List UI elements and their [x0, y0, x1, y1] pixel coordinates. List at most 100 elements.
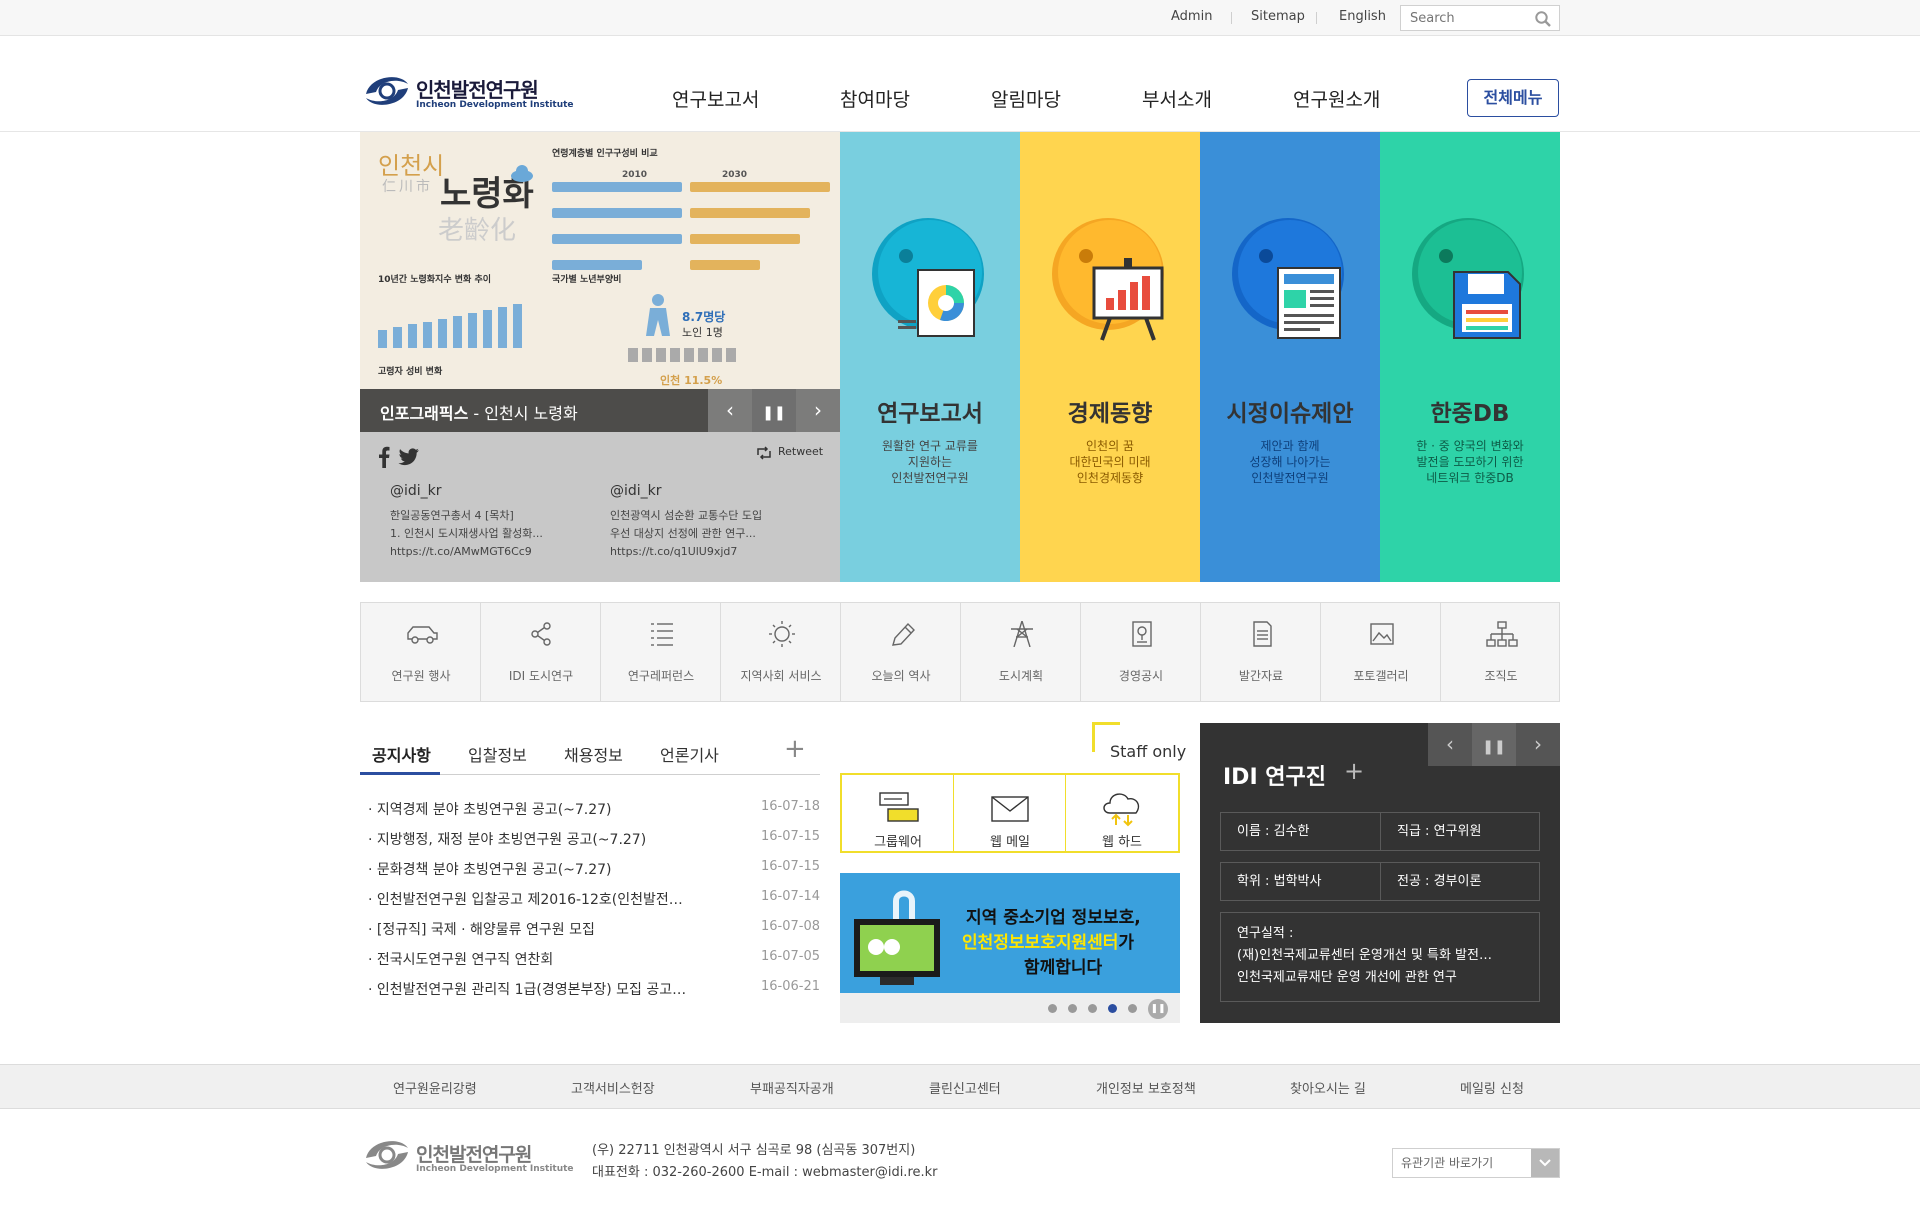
tweet-line: 한일공동연구총서 4 [목차] [390, 509, 514, 522]
nav-departments[interactable]: 부서소개 [1142, 85, 1212, 112]
newspaper-icon [1232, 218, 1344, 339]
quick-link-management[interactable]: 경영공시 [1081, 603, 1201, 701]
cloud-upload-icon [1103, 793, 1140, 827]
pause-icon[interactable]: ❚❚ [1148, 999, 1168, 1019]
quick-link-references[interactable]: 연구레퍼런스 [601, 603, 721, 701]
quick-link-photo-gallery[interactable]: 포토갤러리 [1321, 603, 1441, 701]
groupware-link[interactable]: 그룹웨어 [842, 775, 954, 851]
pagination-dot-active[interactable] [1108, 1004, 1117, 1013]
webhard-link[interactable]: 웹 하드 [1066, 775, 1178, 851]
header [0, 36, 1920, 132]
tweet-card[interactable]: @idi_kr 인천광역시 섬순환 교통수단 도입 우선 대상지 선정에 관한 … [610, 483, 790, 561]
tweet-card[interactable]: @idi_kr 한일공동연구총서 4 [목차] 1. 인천시 도시재생사업 활성… [390, 483, 570, 561]
notice-row[interactable]: · [정규직] 국제 · 해양물류 연구원 모집 16-07-08 [368, 919, 820, 939]
english-link[interactable]: English [1339, 9, 1386, 24]
researcher-position: 직급 : 연구위원 [1380, 812, 1540, 851]
quick-link-idi-urban[interactable]: IDI 도시연구 [481, 603, 601, 701]
nav-participation[interactable]: 참여마당 [840, 85, 910, 112]
panel-research-reports[interactable]: 연구보고서 원활한 연구 교류를 지원하는 인천발전연구원 [840, 132, 1020, 582]
notice-row[interactable]: · 문화경책 분야 초빙연구원 공고(~7.27) 16-07-15 [368, 859, 820, 879]
quick-link-label: 포토갤러리 [1353, 669, 1409, 683]
footer-link-privacy[interactable]: 개인정보 보호정책 [1096, 1078, 1196, 1097]
pagination-dot[interactable] [1068, 1004, 1077, 1013]
quick-link-events[interactable]: 연구원 행사 [361, 603, 481, 701]
notice-row[interactable]: · 인천발전연구원 입찰공고 제2016-12호(인천발전… 16-07-14 [368, 889, 820, 909]
quick-link-history[interactable]: 오늘의 역사 [841, 603, 961, 701]
pagination-dot[interactable] [1048, 1004, 1057, 1013]
quick-link-label: 연구레퍼런스 [627, 669, 695, 683]
notice-row[interactable]: · 인천발전연구원 관리직 1급(경영본부장) 모집 공고… 16-06-21 [368, 979, 820, 999]
address-line: (우) 22711 인천광역시 서구 심곡로 98 (심곡동 307번지) [592, 1143, 916, 1158]
security-banner[interactable]: 지역 중소기업 정보보호, 인천정보보호지원센터가 함께합니다 [840, 873, 1180, 993]
org-chart-icon [1486, 621, 1518, 647]
footer-link-directions[interactable]: 찾아오시는 길 [1290, 1078, 1366, 1097]
car-icon [407, 626, 438, 644]
facebook-icon[interactable] [378, 446, 390, 468]
panel-korea-china-db[interactable]: 한중DB 한 · 중 양국의 변화와 발전을 도모하기 위한 네트워크 한중DB [1380, 132, 1560, 582]
prev-researcher-button[interactable]: ‹ [1428, 723, 1472, 766]
footer-link-clean-report[interactable]: 클린신고센터 [929, 1078, 1001, 1097]
related-sites-select[interactable]: 유관기관 바로가기 [1392, 1148, 1560, 1178]
search-box [1400, 5, 1560, 31]
achievement-item[interactable]: (재)인천국제교류센터 운영개선 및 특화 발전… [1237, 945, 1523, 967]
pagination-dot[interactable] [1088, 1004, 1097, 1013]
panel-economy-trends[interactable]: 경제동향 인천의 꿈 대한민국의 미래 인천경제동향 [1020, 132, 1200, 582]
chevron-right-icon: › [1534, 732, 1542, 756]
retweet-label[interactable]: Retweet [778, 445, 823, 458]
tab-press[interactable]: 언론기사 [660, 742, 719, 766]
researcher-title: IDI 연구진 [1223, 765, 1327, 790]
aging-index-bar-chart [378, 304, 522, 348]
chart3-title: 국가별 노년부양비 [552, 275, 622, 285]
logo-name: 인천발전연구원 [416, 78, 539, 102]
panel-title: 한중DB [1430, 401, 1510, 427]
quick-link-org-chart[interactable]: 조직도 [1441, 603, 1561, 701]
image-icon [1370, 623, 1394, 645]
staff-item-label: 웹 메일 [989, 835, 1030, 850]
twitter-icon[interactable] [398, 448, 420, 466]
poster-city-hanja: 仁川市 [382, 179, 433, 195]
panel-policy-proposals[interactable]: 시정이슈제안 제안과 함께 성장해 나아가는 인천발전연구원 [1200, 132, 1380, 582]
search-icon[interactable] [1534, 10, 1552, 28]
notice-row[interactable]: · 전국시도연구원 연구직 연찬회 16-07-05 [368, 949, 820, 969]
staff-only-label: Staff only [1110, 742, 1187, 761]
notice-row[interactable]: · 지역경제 분야 초빙연구원 공고(~7.27) 16-07-18 [368, 799, 820, 819]
quick-link-label: 조직도 [1484, 669, 1518, 683]
tweet-link[interactable]: https://t.co/q1UlU9xjd7 [610, 543, 790, 561]
nav-notice[interactable]: 알림마당 [991, 85, 1061, 112]
more-plus-icon[interactable]: + [784, 734, 806, 764]
chevron-down-icon[interactable] [1531, 1149, 1559, 1177]
tab-jobs[interactable]: 채용정보 [564, 742, 623, 766]
search-input[interactable] [1401, 6, 1519, 30]
tab-bids[interactable]: 입찰정보 [468, 742, 527, 766]
notice-row[interactable]: · 지방행정, 재정 분야 초빙연구원 공고(~7.27) 16-07-15 [368, 829, 820, 849]
footer-link-charter[interactable]: 고객서비스헌장 [571, 1078, 655, 1097]
prev-slide-button[interactable]: ‹ [708, 389, 752, 432]
tab-notices[interactable]: 공지사항 [372, 742, 431, 766]
site-logo[interactable]: 인천발전연구원 Incheon Development Institute [362, 70, 574, 116]
admin-link[interactable]: Admin [1171, 9, 1212, 24]
footer-link-corruption[interactable]: 부패공직자공개 [750, 1078, 834, 1097]
footer-link-mailing[interactable]: 메일링 신청 [1460, 1078, 1524, 1097]
pause-slide-button[interactable]: ❚❚ [752, 389, 796, 432]
quick-link-urban-planning[interactable]: 도시계획 [961, 603, 1081, 701]
webmail-link[interactable]: 웹 메일 [954, 775, 1066, 851]
nav-research-reports[interactable]: 연구보고서 [672, 85, 759, 112]
elderly-person-icon [646, 294, 670, 336]
pause-researcher-button[interactable]: ❚❚ [1472, 723, 1516, 766]
quick-link-publications[interactable]: 발간자료 [1201, 603, 1321, 701]
more-plus-icon[interactable]: + [1344, 757, 1364, 785]
presentation-board-icon [1052, 218, 1164, 341]
infographic-slide[interactable]: 인천시 仁川市 노령화 老齡化 연령계층별 인구구성비 비교 2010 2030… [360, 132, 840, 432]
sitemap-link[interactable]: Sitemap [1251, 9, 1305, 24]
all-menu-button[interactable]: 전체메뉴 [1467, 79, 1559, 117]
pagination-dot[interactable] [1128, 1004, 1137, 1013]
achievement-item[interactable]: 인천국제교류재단 운영 개선에 관한 연구 [1237, 967, 1523, 989]
tweet-link[interactable]: https://t.co/AMwMGT6Cc9 [390, 543, 570, 561]
next-slide-button[interactable]: › [796, 389, 840, 432]
nav-about[interactable]: 연구원소개 [1293, 85, 1380, 112]
tweet-handle: @idi_kr [610, 483, 662, 499]
quick-link-community[interactable]: 지역사회 서비스 [721, 603, 841, 701]
next-researcher-button[interactable]: › [1516, 723, 1560, 766]
retweet-icon[interactable] [755, 446, 773, 460]
footer-link-ethics[interactable]: 연구원윤리강령 [393, 1078, 477, 1097]
